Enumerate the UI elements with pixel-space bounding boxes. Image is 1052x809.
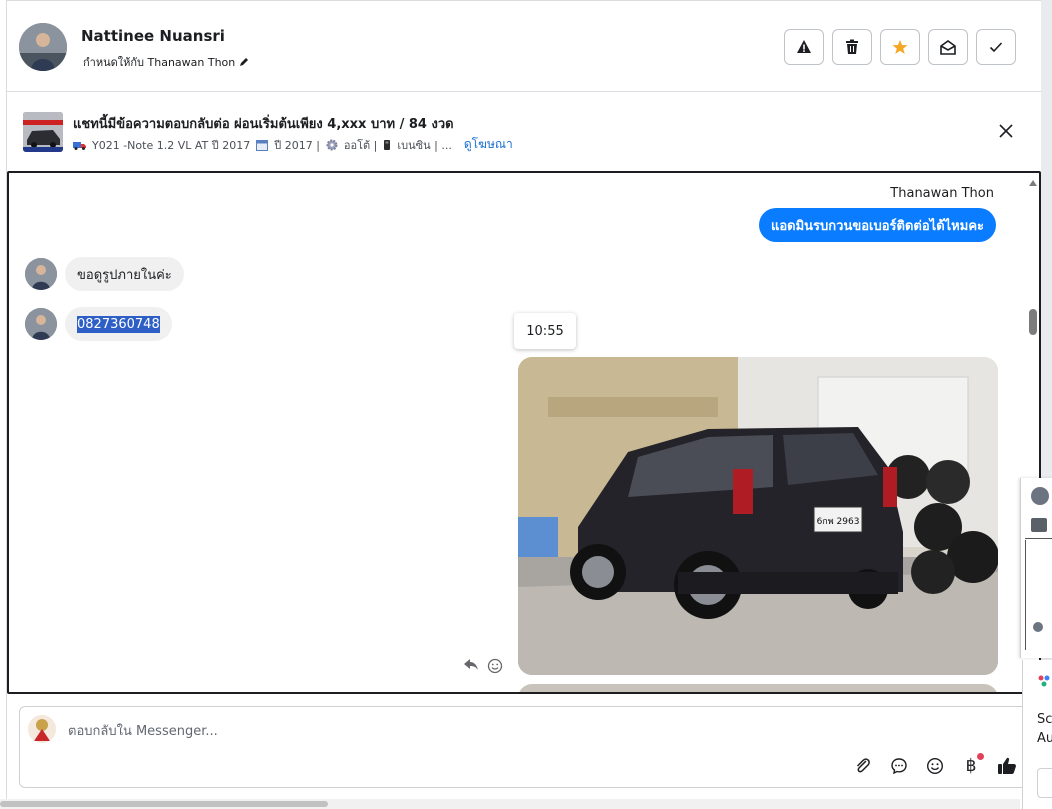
listing-gear: ออโต้ |: [343, 138, 378, 152]
preview-small-avatar: [1033, 622, 1043, 632]
thread-scrollbar-thumb[interactable]: [1029, 309, 1037, 335]
warning-icon: [797, 40, 811, 53]
incoming-message-row: 0827360748: [25, 307, 172, 341]
side-preview-panel[interactable]: [1020, 478, 1052, 658]
outgoing-message[interactable]: แอดมินรบกวนขอเบอร์ติดต่อได้ไหมคะ: [758, 208, 996, 242]
baht-icon: ฿: [965, 756, 977, 776]
contact-avatar[interactable]: [19, 23, 67, 71]
horizontal-scrollbar[interactable]: [0, 799, 1020, 809]
close-icon[interactable]: [998, 123, 1014, 139]
header-actions: [784, 29, 1016, 65]
calendar-icon: [256, 139, 269, 151]
app-logo-icon: [1038, 675, 1050, 687]
report-button[interactable]: [784, 29, 824, 65]
preview-divider: [1025, 538, 1052, 539]
gear-icon: [326, 139, 338, 150]
preview-frame: [1025, 540, 1052, 650]
sender-avatar[interactable]: [25, 258, 57, 290]
horizontal-scrollbar-thumb[interactable]: [0, 801, 328, 807]
chat-bubble-icon: [891, 758, 907, 775]
emoji-button[interactable]: [924, 755, 946, 777]
payment-button[interactable]: ฿: [960, 753, 984, 777]
incoming-message-row: ขอดูรูปภายในค่ะ: [25, 257, 184, 291]
car-icon: [73, 141, 86, 150]
car-photo[interactable]: 6กพ 2963: [518, 357, 998, 675]
mark-done-button[interactable]: [976, 29, 1016, 65]
outgoing-sender-name: Thanawan Thon: [890, 186, 994, 201]
incoming-message[interactable]: ขอดูรูปภายในค่ะ: [65, 257, 184, 291]
view-ad-link[interactable]: ดูโฆษณา: [464, 135, 513, 154]
license-plate: 6กพ 2963: [817, 517, 860, 527]
composer-tools: ฿: [852, 753, 1018, 777]
delete-button[interactable]: [832, 29, 872, 65]
notification-dot: [977, 753, 984, 760]
sender-avatar[interactable]: [25, 308, 57, 340]
message-actions: [463, 658, 503, 674]
assignment-row[interactable]: กำหนดให้กับ Thanawan Thon: [83, 53, 249, 71]
message-thread[interactable]: Thanawan Thon แอดมินรบกวนขอเบอร์ติดต่อได…: [7, 171, 1041, 694]
listing-model: Y021 -Note 1.2 VL AT ปี 2017: [92, 138, 251, 152]
reply-input[interactable]: [68, 721, 668, 741]
reply-composer: ฿: [19, 706, 1029, 788]
emoji-reaction-icon[interactable]: [487, 658, 503, 674]
preview-thumbnail: [1031, 518, 1047, 532]
mark-unread-button[interactable]: [928, 29, 968, 65]
listing-banner: แชทนี้มีข้อความตอบกลับต่อ ผ่อนเริ่มต้นเพ…: [7, 93, 1052, 169]
listing-year: ปี 2017 |: [274, 138, 320, 152]
star-button[interactable]: [880, 29, 920, 65]
thumbs-up-icon: [998, 757, 1016, 774]
listing-thumbnail[interactable]: [23, 112, 63, 152]
envelope-open-icon: [940, 40, 956, 55]
selected-phone-number[interactable]: 0827360748: [77, 315, 160, 333]
trash-icon: [846, 39, 858, 54]
like-button[interactable]: [996, 755, 1018, 777]
notification-action-button[interactable]: [1037, 768, 1052, 798]
pencil-icon[interactable]: [239, 57, 249, 67]
notification-text: Scr Au: [1037, 712, 1052, 746]
saved-replies-button[interactable]: [888, 755, 910, 777]
page-avatar: [28, 715, 56, 743]
timestamp-tooltip: 10:55: [514, 313, 576, 349]
listing-details: Y021 -Note 1.2 VL AT ปี 2017 ปี 2017 | อ…: [73, 135, 513, 154]
star-icon: [892, 40, 908, 54]
checkmark-icon: [989, 42, 1003, 53]
reply-icon[interactable]: [463, 658, 479, 672]
contact-name[interactable]: Nattinee Nuansri: [81, 27, 225, 45]
incoming-message-phone[interactable]: 0827360748: [65, 307, 172, 341]
preview-avatar: [1031, 487, 1049, 505]
smiley-icon: [926, 757, 944, 775]
car-photo-2[interactable]: [518, 684, 998, 692]
scroll-up-arrow-icon[interactable]: [1029, 179, 1037, 187]
attach-button[interactable]: [852, 755, 874, 777]
side-notification-panel[interactable]: Scr Au: [1022, 660, 1052, 809]
fuel-icon: [384, 139, 391, 150]
conversation-header: Nattinee Nuansri กำหนดให้กับ Thanawan Th…: [7, 0, 1052, 92]
listing-title[interactable]: แชทนี้มีข้อความตอบกลับต่อ ผ่อนเริ่มต้นเพ…: [73, 113, 454, 134]
assigned-to-label: กำหนดให้กับ Thanawan Thon: [83, 56, 236, 69]
paperclip-icon: [856, 758, 870, 773]
listing-fuel: เบนซิน | ...: [397, 138, 452, 152]
